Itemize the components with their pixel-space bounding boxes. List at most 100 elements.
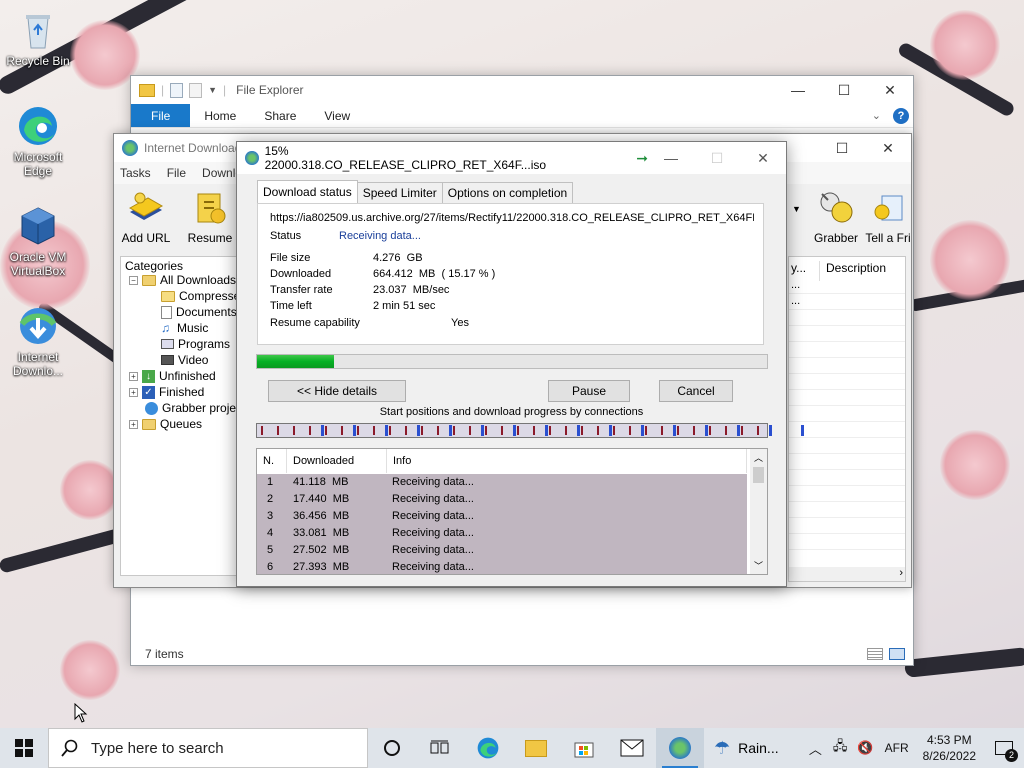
taskbar-file-explorer[interactable] <box>512 728 560 768</box>
tell-a-friend-button[interactable]: Tell a Fri <box>864 188 912 245</box>
new-folder-icon[interactable] <box>189 82 203 98</box>
expand-icon[interactable]: + <box>129 371 138 381</box>
resume-button[interactable]: Resume <box>178 188 242 245</box>
grabber-button[interactable]: Grabber <box>804 188 868 245</box>
maximize-button[interactable]: ☐ <box>821 76 867 104</box>
tab-download-status[interactable]: Download status <box>257 180 358 203</box>
tree-unfinished[interactable]: + ↓ Unfinished <box>129 369 216 383</box>
tab-view[interactable]: View <box>310 104 364 127</box>
minimize-button[interactable]: — <box>648 142 694 174</box>
horizontal-scrollbar[interactable]: › <box>789 567 905 581</box>
file-size-label: File size <box>270 252 311 264</box>
tool-label: Tell a Fri <box>865 231 911 245</box>
search-placeholder: Type here to search <box>91 739 224 757</box>
desktop-icon-virtualbox[interactable]: Oracle VM VirtualBox <box>2 204 74 278</box>
expand-icon[interactable]: + <box>129 387 138 397</box>
add-url-button[interactable]: Add URL <box>114 188 178 245</box>
chevron-down-icon[interactable]: ⌄ <box>872 109 881 122</box>
help-icon[interactable]: ? <box>893 107 909 124</box>
list-column-description[interactable]: Description <box>819 261 886 281</box>
scroll-right-icon[interactable]: › <box>899 567 903 579</box>
details-view-icon[interactable] <box>867 648 883 660</box>
tree-queues[interactable]: + Queues <box>129 417 202 431</box>
vertical-scrollbar[interactable]: ︿ ﹀ <box>750 449 767 574</box>
weather-widget[interactable]: ☂ Rain... <box>704 728 789 768</box>
list-row-partial[interactable]: ... <box>791 279 800 291</box>
close-button[interactable]: ✕ <box>740 142 786 174</box>
close-button[interactable]: ✕ <box>865 134 911 162</box>
column-number[interactable]: N. <box>257 449 287 473</box>
tab-options-on-completion[interactable]: Options on completion <box>441 182 574 203</box>
tree-music[interactable]: ♫ Music <box>161 321 208 335</box>
folder-icon[interactable] <box>139 83 155 97</box>
tree-programs[interactable]: Programs <box>161 337 230 351</box>
connection-progress-mark <box>385 425 388 436</box>
menu-tasks[interactable]: Tasks <box>120 166 151 180</box>
network-icon[interactable]: 🖧 <box>828 737 853 759</box>
large-icons-view-icon[interactable] <box>889 648 905 660</box>
taskbar-edge[interactable] <box>464 728 512 768</box>
language-indicator[interactable]: AFR <box>879 741 915 755</box>
tree-documents[interactable]: Documents <box>161 305 237 319</box>
list-row-partial[interactable]: ... <box>791 295 800 307</box>
tab-share[interactable]: Share <box>250 104 310 127</box>
volume-muted-icon[interactable]: 🔇 <box>852 740 878 756</box>
tab-file[interactable]: File <box>131 104 191 127</box>
list-column-header[interactable]: y... <box>791 261 806 275</box>
hide-details-button[interactable]: << Hide details <box>268 380 406 402</box>
notifications-button[interactable]: 2 <box>984 728 1024 768</box>
connection-row[interactable]: 3 36.456 MB Receiving data... <box>257 508 747 525</box>
tab-speed-limiter[interactable]: Speed Limiter <box>356 182 443 203</box>
connection-number: 6 <box>267 561 274 573</box>
maximize-button[interactable]: ☐ <box>819 134 865 162</box>
tree-compressed[interactable]: Compresse <box>161 289 240 303</box>
taskbar-mail[interactable] <box>608 728 656 768</box>
tell-a-friend-icon <box>868 188 908 228</box>
scroll-thumb[interactable] <box>753 467 764 483</box>
tree-grabber-projects[interactable]: Grabber projec <box>145 401 242 415</box>
properties-icon[interactable] <box>170 82 184 98</box>
document-icon <box>161 305 172 319</box>
cortana-button[interactable] <box>368 728 416 768</box>
close-button[interactable]: ✕ <box>867 76 913 104</box>
connection-row[interactable]: 6 27.393 MB Receiving data... <box>257 559 747 574</box>
download-progress-dialog[interactable]: 15% 22000.318.CO_RELEASE_CLIPRO_RET_X64F… <box>236 141 804 587</box>
tab-home[interactable]: Home <box>190 104 250 127</box>
collapse-icon[interactable]: − <box>129 275 138 285</box>
start-button[interactable] <box>0 728 48 768</box>
connection-row[interactable]: 5 27.502 MB Receiving data... <box>257 542 747 559</box>
desktop-icon-recycle-bin[interactable]: Recycle Bin <box>2 8 74 68</box>
clock[interactable]: 4:53 PM 8/26/2022 <box>915 732 984 764</box>
downloads-list-pane[interactable]: y... Description ... ... › <box>788 256 906 582</box>
column-downloaded[interactable]: Downloaded <box>287 449 387 473</box>
connection-start-tick <box>453 426 455 435</box>
taskbar-idm[interactable] <box>656 728 704 768</box>
chevron-down-icon[interactable]: ▼ <box>208 85 217 95</box>
connection-row[interactable]: 2 17.440 MB Receiving data... <box>257 491 747 508</box>
desktop-icon-idm[interactable]: Internet Downlo... <box>2 304 74 378</box>
menu-file[interactable]: File <box>167 166 186 180</box>
pause-button[interactable]: Pause <box>548 380 630 402</box>
task-view-button[interactable] <box>416 728 464 768</box>
column-info[interactable]: Info <box>387 449 747 473</box>
dialog-titlebar[interactable]: 15% 22000.318.CO_RELEASE_CLIPRO_RET_X64F… <box>237 142 786 174</box>
connection-start-tick <box>293 426 295 435</box>
desktop-icon-edge[interactable]: Microsoft Edge <box>2 104 74 178</box>
cancel-button[interactable]: Cancel <box>659 380 733 402</box>
connection-row[interactable]: 1 41.118 MB Receiving data... <box>257 474 747 491</box>
minimize-button[interactable]: — <box>775 76 821 104</box>
connection-number: 2 <box>267 493 274 505</box>
tree-finished[interactable]: + ✓ Finished <box>129 385 204 399</box>
tree-video[interactable]: Video <box>161 353 208 367</box>
connections-table[interactable]: N. Downloaded Info 1 41.118 MB Receiving d… <box>256 448 768 575</box>
scroll-down-icon[interactable]: ﹀ <box>754 559 763 572</box>
tree-all-downloads[interactable]: − All Downloads <box>129 273 236 287</box>
chevron-up-icon[interactable]: ︿ <box>803 739 828 758</box>
search-box[interactable]: Type here to search <box>48 728 368 768</box>
explorer-titlebar[interactable]: | ▼ | File Explorer — ☐ ✕ <box>131 76 913 104</box>
connection-row[interactable]: 4 33.081 MB Receiving data... <box>257 525 747 542</box>
scroll-up-icon[interactable]: ︿ <box>754 451 763 464</box>
taskbar-store[interactable] <box>560 728 608 768</box>
chevron-down-icon[interactable]: ▼ <box>792 204 801 214</box>
expand-icon[interactable]: + <box>129 419 138 429</box>
